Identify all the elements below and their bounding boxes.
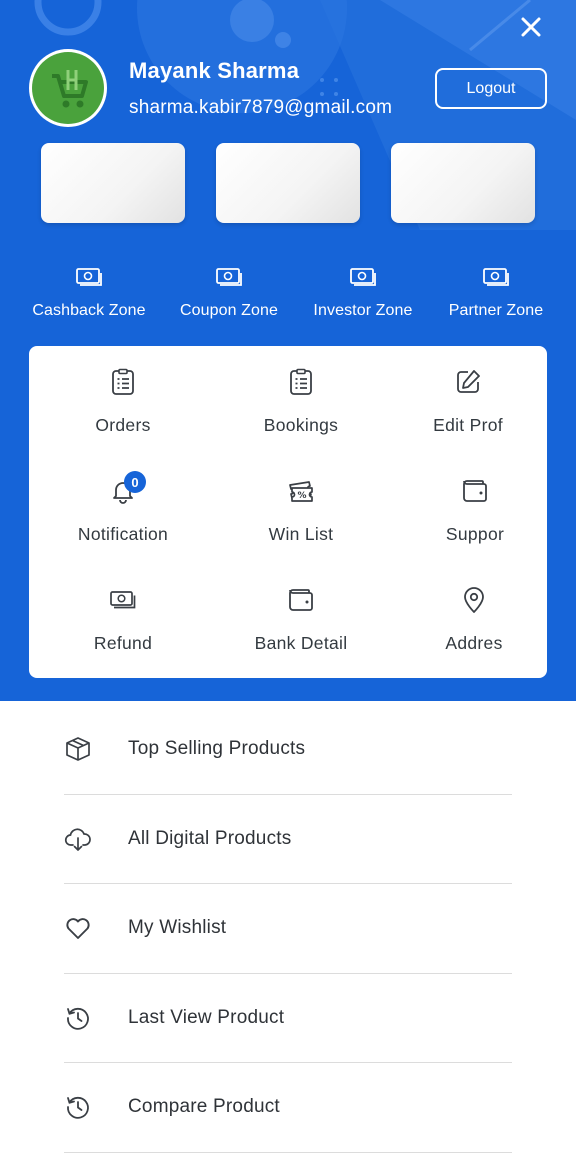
menu-item-label: Refund — [93, 633, 153, 653]
menu-item-edit-profile[interactable]: Edit Prof — [382, 346, 547, 446]
menu-item-label: Win List — [268, 524, 334, 544]
profile-header: Mayank Sharma sharma.kabir7879@gmail.com… — [0, 0, 576, 701]
menu-item-address[interactable]: Addres — [388, 564, 547, 664]
zone-label: Investor Zone — [313, 302, 413, 319]
cloud-download-icon — [64, 828, 91, 851]
menu-item-label: Addres — [445, 633, 503, 653]
list-item-digital-products[interactable]: All Digital Products — [64, 795, 512, 884]
notification-badge: 0 — [124, 471, 146, 493]
menu-item-orders[interactable]: Orders — [37, 346, 209, 446]
history-icon — [67, 1007, 89, 1030]
user-name: Mayank Sharma — [129, 58, 300, 83]
avatar-image — [32, 52, 104, 124]
menu-grid-card: Orders Bookings Edit Prof 0 Notification… — [29, 346, 547, 678]
zone-label: Coupon Zone — [179, 302, 279, 319]
clipboard-list-icon — [290, 368, 312, 395]
stat-card[interactable] — [41, 143, 185, 223]
wallet-icon — [463, 480, 487, 502]
cash-icon — [76, 268, 102, 286]
menu-item-label: Notification — [77, 524, 169, 544]
menu-item-bank-detail[interactable]: Bank Detail — [215, 564, 387, 664]
list-item-label: Last View Product — [128, 1006, 285, 1028]
box-icon — [66, 737, 90, 762]
zone-cashback[interactable]: Cashback Zone — [22, 266, 156, 320]
zone-investor[interactable]: Investor Zone — [296, 266, 430, 320]
edit-icon — [457, 370, 480, 393]
list-item-compare[interactable]: Compare Product — [64, 1063, 512, 1153]
menu-item-notification[interactable]: 0 Notification — [37, 455, 209, 555]
product-links-list: Top Selling Products All Digital Product… — [64, 705, 512, 1153]
cash-icon — [110, 591, 136, 609]
stat-card[interactable] — [216, 143, 360, 223]
list-item-top-selling[interactable]: Top Selling Products — [64, 705, 512, 795]
clipboard-list-icon — [112, 368, 134, 395]
menu-item-label: Bank Detail — [254, 633, 348, 653]
cash-icon — [216, 268, 242, 286]
list-item-label: Compare Product — [128, 1096, 280, 1118]
close-icon — [521, 17, 541, 37]
list-item-last-view[interactable]: Last View Product — [64, 974, 512, 1063]
menu-item-win-list[interactable]: % Win List — [215, 455, 387, 555]
list-item-wishlist[interactable]: My Wishlist — [64, 884, 512, 974]
shop-logo-icon — [52, 70, 88, 108]
list-item-label: All Digital Products — [128, 827, 292, 849]
menu-item-support[interactable]: Suppor — [389, 455, 547, 555]
stat-card[interactable] — [391, 143, 535, 223]
menu-item-bookings[interactable]: Bookings — [215, 346, 387, 446]
zone-coupon[interactable]: Coupon Zone — [162, 266, 296, 320]
avatar[interactable] — [29, 49, 107, 127]
zone-partner[interactable]: Partner Zone — [429, 266, 563, 320]
list-item-label: Top Selling Products — [128, 738, 306, 760]
menu-item-label: Orders — [95, 415, 151, 435]
heart-icon — [66, 918, 90, 940]
list-item-label: My Wishlist — [128, 917, 227, 939]
close-button[interactable] — [512, 8, 550, 46]
menu-item-label: Bookings — [263, 415, 339, 435]
menu-item-refund[interactable]: Refund — [37, 564, 209, 664]
svg-text:%: % — [297, 491, 306, 501]
cash-icon — [483, 268, 509, 286]
menu-item-label: Suppor — [445, 524, 505, 544]
cash-icon — [350, 268, 376, 286]
ticket-percent-icon: % — [289, 481, 313, 502]
user-email: sharma.kabir7879@gmail.com — [129, 97, 393, 118]
history-icon — [67, 1097, 89, 1119]
logout-button[interactable]: Logout — [435, 68, 547, 109]
wallet-icon — [289, 589, 313, 611]
zone-label: Partner Zone — [448, 302, 544, 319]
menu-item-label: Edit Prof — [433, 415, 503, 435]
map-pin-icon — [464, 587, 484, 613]
zone-label: Cashback Zone — [32, 302, 146, 319]
